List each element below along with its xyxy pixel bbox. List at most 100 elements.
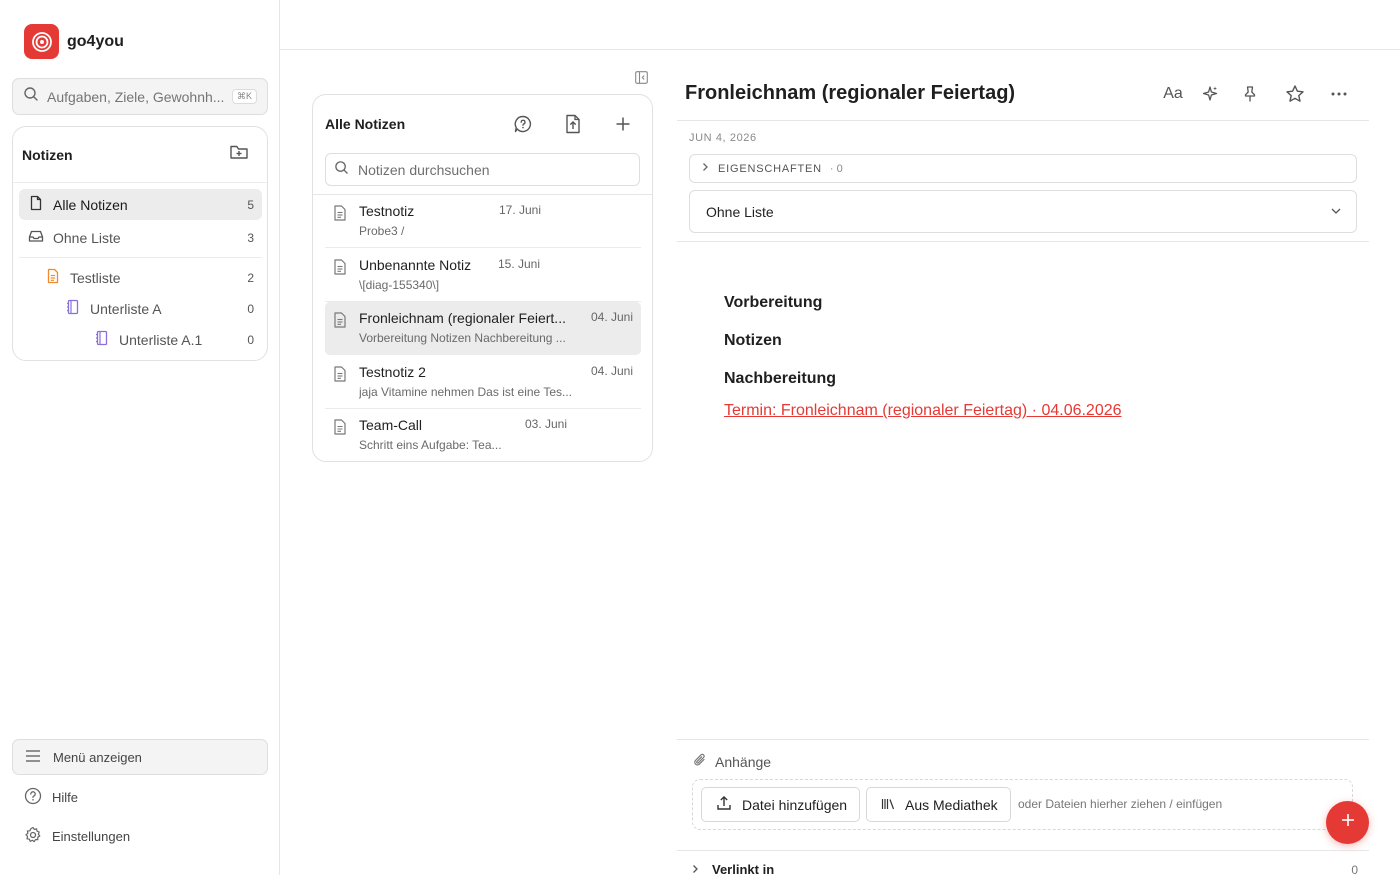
note-date: 04. Juni xyxy=(590,310,633,324)
linked-in-count: 0 xyxy=(1351,862,1358,875)
chevron-right-icon xyxy=(690,862,700,875)
note-list-item[interactable]: Testnotiz Probe3 / 17. Juni xyxy=(325,195,641,248)
note-snippet: Schritt eins Aufgabe: Tea... xyxy=(359,438,502,452)
note-list-item[interactable]: Testnotiz 2 jaja Vitamine nehmen Das ist… xyxy=(325,356,641,409)
note-snippet: \[diag-155340\] xyxy=(359,278,440,292)
document-icon xyxy=(333,364,347,408)
collapse-panel-icon[interactable] xyxy=(635,71,648,89)
font-format-button[interactable]: Aa xyxy=(1159,80,1187,108)
top-bar xyxy=(280,0,1400,50)
gear-icon xyxy=(24,826,42,847)
linked-in-label: Verlinkt in xyxy=(712,862,775,875)
notes-list-panel: Alle Notizen Notizen durchsuchen Testnot… xyxy=(312,94,653,462)
note-date: 15. Juni xyxy=(497,257,540,271)
global-search-placeholder: Aufgaben, Ziele, Gewohnh... xyxy=(47,88,224,105)
help-link[interactable]: Hilfe xyxy=(24,787,78,808)
note-snippet: Vorbereitung Notizen Nachbereitung ... xyxy=(359,331,566,345)
add-file-label: Datei hinzufügen xyxy=(742,796,848,813)
paperclip-icon xyxy=(693,752,707,771)
note-title: Fronleichnam (regionaler Feiert... xyxy=(359,310,566,326)
note-title: Unbenannte Notiz xyxy=(359,257,472,273)
divider xyxy=(677,739,1369,740)
file-icon xyxy=(28,195,44,214)
divider xyxy=(19,257,262,258)
divider xyxy=(677,120,1369,121)
notes-nav-title: Notizen xyxy=(22,146,73,163)
chevron-down-icon xyxy=(1330,204,1342,220)
sparkle-icon[interactable] xyxy=(1196,80,1224,108)
help-circle-icon xyxy=(24,787,42,808)
sidebar-item-count: 3 xyxy=(247,230,254,245)
more-options-icon[interactable] xyxy=(1325,80,1353,108)
note-title: Team-Call xyxy=(359,417,423,433)
heading-vorbereitung[interactable]: Vorbereitung xyxy=(724,294,822,312)
drop-hint-text: oder Dateien hierher ziehen / einfügen xyxy=(1018,797,1223,811)
linked-in-toggle[interactable]: Verlinkt in 0 xyxy=(690,862,1358,875)
sidebar-item-label: Ohne Liste xyxy=(53,229,121,246)
sidebar: go4you Aufgaben, Ziele, Gewohnh... ⌘K No… xyxy=(0,0,280,875)
settings-link[interactable]: Einstellungen xyxy=(24,826,130,847)
list-select-value: Ohne Liste xyxy=(706,203,774,220)
heading-notizen[interactable]: Notizen xyxy=(724,332,782,350)
show-menu-button[interactable]: Menü anzeigen xyxy=(12,739,268,775)
sidebar-item-count: 2 xyxy=(247,270,254,285)
app-name: go4you xyxy=(67,32,124,50)
divider xyxy=(677,241,1369,242)
upload-icon xyxy=(716,795,732,814)
target-logo-icon xyxy=(24,24,59,59)
note-title: Testnotiz xyxy=(359,203,415,219)
sidebar-item-unterliste-a[interactable]: Unterliste A 0 xyxy=(19,293,262,324)
document-icon xyxy=(333,417,347,461)
note-title: Testnotiz 2 xyxy=(359,364,426,380)
sidebar-item-label: Unterliste A xyxy=(90,300,162,317)
sidebar-item-testliste[interactable]: Testliste 2 xyxy=(19,262,262,293)
note-list-item-selected[interactable]: Fronleichnam (regionaler Feiert... Vorbe… xyxy=(325,302,641,355)
sidebar-item-count: 5 xyxy=(247,197,254,212)
search-icon xyxy=(23,86,39,107)
sidebar-item-alle-notizen[interactable]: Alle Notizen 5 xyxy=(19,189,262,220)
chat-bubble-question-icon[interactable] xyxy=(506,107,540,141)
note-list-item[interactable]: Team-Call Schritt eins Aufgabe: Tea... 0… xyxy=(325,409,641,461)
note-snippet: Probe3 / xyxy=(359,224,405,238)
file-upload-icon[interactable] xyxy=(556,107,590,141)
inbox-icon xyxy=(28,228,44,247)
sidebar-item-count: 0 xyxy=(247,301,254,316)
library-books-icon xyxy=(881,797,895,813)
pin-icon[interactable] xyxy=(1236,80,1264,108)
media-library-button[interactable]: Aus Mediathek xyxy=(866,787,1011,822)
notebook-icon xyxy=(65,299,81,318)
global-search-input[interactable]: Aufgaben, Ziele, Gewohnh... ⌘K xyxy=(12,78,268,115)
show-menu-label: Menü anzeigen xyxy=(53,749,142,765)
sidebar-item-count: 0 xyxy=(247,332,254,347)
list-select-dropdown[interactable]: Ohne Liste xyxy=(689,190,1357,233)
properties-label: EIGENSCHAFTEN xyxy=(718,162,822,175)
sidebar-item-ohne-liste[interactable]: Ohne Liste 3 xyxy=(19,222,262,253)
notes-search-input[interactable]: Notizen durchsuchen xyxy=(325,153,640,186)
add-floating-button[interactable] xyxy=(1326,801,1369,844)
attachments-header: Anhänge xyxy=(693,752,771,771)
brand[interactable]: go4you xyxy=(24,24,124,59)
help-label: Hilfe xyxy=(52,790,79,805)
list-document-icon xyxy=(45,268,61,287)
star-icon[interactable] xyxy=(1281,80,1309,108)
note-title-heading[interactable]: Fronleichnam (regionaler Feiertag) xyxy=(685,82,1015,105)
new-folder-icon[interactable] xyxy=(229,143,249,166)
properties-toggle[interactable]: EIGENSCHAFTEN · 0 xyxy=(689,154,1357,183)
heading-nachbereitung[interactable]: Nachbereitung xyxy=(724,370,836,388)
settings-label: Einstellungen xyxy=(52,829,131,844)
hamburger-icon xyxy=(25,749,41,766)
note-snippet: jaja Vitamine nehmen Das ist eine Tes... xyxy=(359,385,573,399)
notes-list-title: Alle Notizen xyxy=(325,116,406,132)
chevron-right-icon xyxy=(700,162,710,175)
note-date: 03. Juni xyxy=(524,417,567,431)
note-list-item[interactable]: Unbenannte Notiz \[diag-155340\] 15. Jun… xyxy=(325,249,641,302)
sidebar-item-label: Testliste xyxy=(70,269,121,286)
search-icon xyxy=(334,160,349,180)
add-note-plus-icon[interactable] xyxy=(606,107,640,141)
note-date: 04. Juni xyxy=(590,364,633,378)
appointment-link[interactable]: Termin: Fronleichnam (regionaler Feierta… xyxy=(724,402,1122,420)
sidebar-item-unterliste-a1[interactable]: Unterliste A.1 0 xyxy=(19,324,262,355)
sidebar-item-label: Alle Notizen xyxy=(53,196,128,213)
document-icon xyxy=(333,203,347,247)
add-file-button[interactable]: Datei hinzufügen xyxy=(701,787,861,822)
